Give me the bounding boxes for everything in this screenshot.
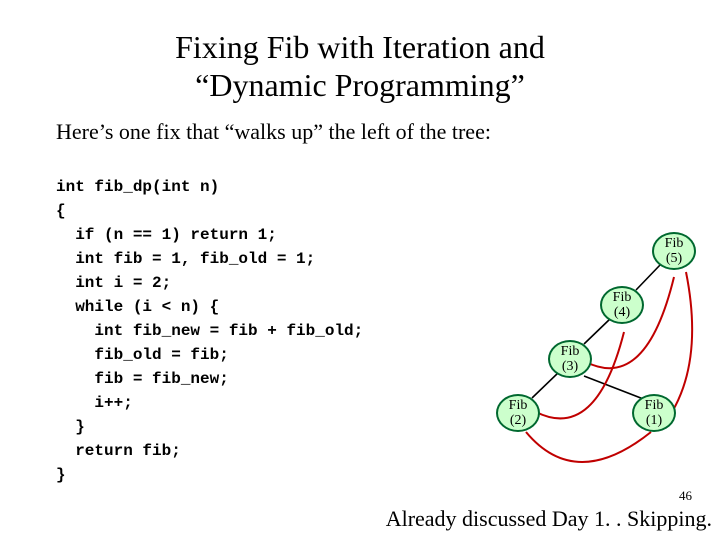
node-label: Fib: [654, 236, 694, 251]
node-value: (1): [634, 413, 674, 428]
node-label: Fib: [498, 398, 538, 413]
code-line: fib_old = fib;: [56, 346, 229, 364]
node-value: (5): [654, 251, 694, 266]
node-value: (4): [602, 305, 642, 320]
title-line-2: “Dynamic Programming”: [195, 67, 525, 103]
node-value: (2): [498, 413, 538, 428]
code-line: fib = fib_new;: [56, 370, 229, 388]
code-line: if (n == 1) return 1;: [56, 226, 277, 244]
code-line: int fib = 1, fib_old = 1;: [56, 250, 315, 268]
code-line: return fib;: [56, 442, 181, 460]
slide-title: Fixing Fib with Iteration and “Dynamic P…: [0, 0, 720, 105]
intro-text: Here’s one fix that “walks up” the left …: [0, 105, 720, 151]
code-line: i++;: [56, 394, 133, 412]
footer-note: Already discussed Day 1. . Skipping.: [386, 506, 712, 532]
page-number: 46: [679, 488, 692, 504]
code-line: while (i < n) {: [56, 298, 219, 316]
code-line: {: [56, 202, 66, 220]
node-label: Fib: [634, 398, 674, 413]
code-line: int i = 2;: [56, 274, 171, 292]
tree-node-fib4: Fib (4): [600, 286, 644, 324]
tree-node-fib1: Fib (1): [632, 394, 676, 432]
node-label: Fib: [602, 290, 642, 305]
node-label: Fib: [550, 344, 590, 359]
code-line: int fib_new = fib + fib_old;: [56, 322, 363, 340]
tree-node-fib5: Fib (5): [652, 232, 696, 270]
code-line: }: [56, 466, 66, 484]
tree-diagram: Fib (5) Fib (4) Fib (3) Fib (2) Fib (1): [436, 232, 696, 472]
tree-node-fib2: Fib (2): [496, 394, 540, 432]
title-line-1: Fixing Fib with Iteration and: [175, 29, 545, 65]
node-value: (3): [550, 359, 590, 374]
code-line: }: [56, 418, 85, 436]
tree-node-fib3: Fib (3): [548, 340, 592, 378]
code-line: int fib_dp(int n): [56, 178, 219, 196]
